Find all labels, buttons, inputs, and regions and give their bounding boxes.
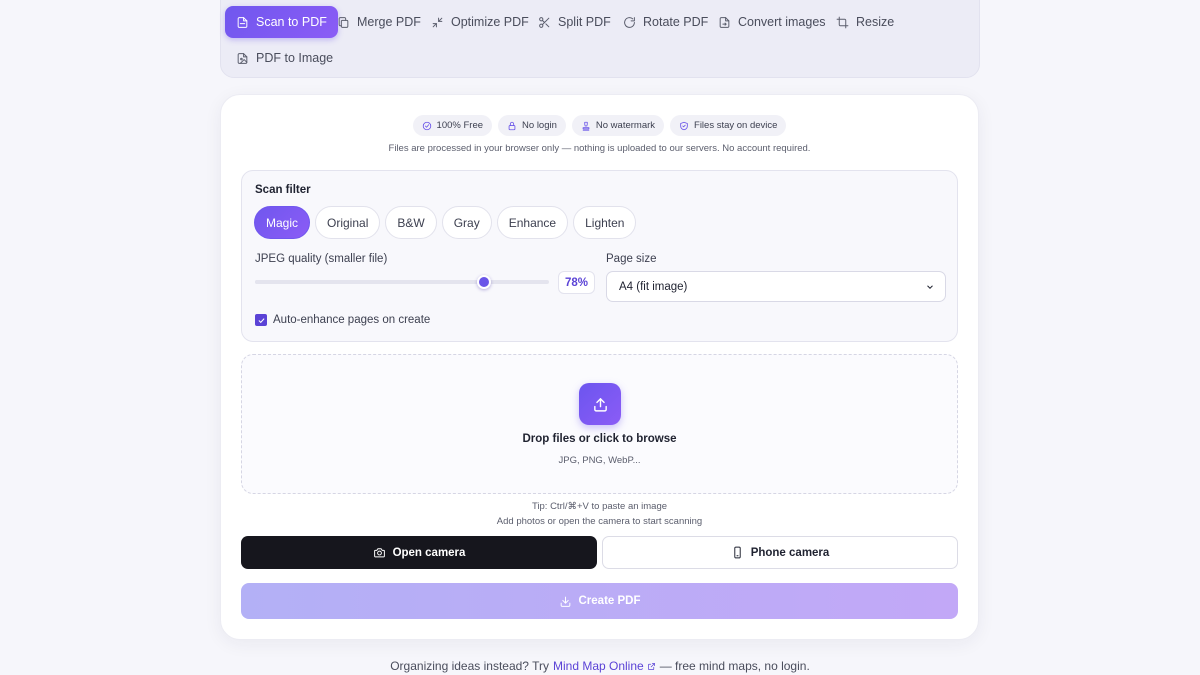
nav-label: PDF to Image [256,51,334,65]
filter-bw[interactable]: B&W [385,206,437,239]
mind-map-link-label: Mind Map Online [552,659,644,673]
page-size-select[interactable]: A4 (fit image) [606,271,946,302]
slider-thumb[interactable] [477,275,492,289]
nav-pdf-to-image[interactable]: PDF to Image [225,42,344,74]
download-icon [560,596,570,607]
create-pdf-label: Create PDF [578,595,641,607]
badge-no-login: No login [498,115,566,136]
privacy-note: Files are processed in your browser only… [388,143,811,154]
badge-files-on-device: Files stay on device [670,115,787,136]
badge-label: No watermark [595,120,656,131]
badge-label: 100% Free [436,120,484,131]
nav-label: Optimize PDF [451,15,529,29]
nav-rotate-pdf[interactable]: Rotate PDF [612,6,719,38]
badge-no-watermark: No watermark [571,115,665,136]
check-circle-icon [422,121,431,130]
footer-suffix: — free mind maps, no login. [659,659,810,673]
nav-merge-pdf[interactable]: Merge PDF [326,6,432,38]
checkmark-icon [258,317,264,323]
nav-scan-to-pdf[interactable]: Scan to PDF [225,6,338,38]
dropzone-title: Drop files or click to browse [522,433,677,445]
file-image-icon [237,52,248,64]
nav-optimize-pdf[interactable]: Optimize PDF [420,6,540,38]
open-camera-label: Open camera [392,546,466,559]
nav-split-pdf[interactable]: Split PDF [527,6,622,38]
file-scan-icon [237,16,248,28]
nav-label: Merge PDF [357,15,421,29]
file-dropzone[interactable]: Drop files or click to browse JPG, PNG, … [241,354,958,494]
filter-magic[interactable]: Magic [254,206,311,239]
nav-label: Rotate PDF [643,15,709,29]
external-link-icon [647,662,655,670]
nav-convert-images[interactable]: Convert images [707,6,837,38]
footer-promo: Organizing ideas instead? Try Mind Map O… [0,659,1200,673]
nav-label: Resize [856,15,895,29]
chevron-down-icon [927,284,933,289]
file-convert-icon [719,16,730,28]
copy-icon [338,16,349,28]
stamp-icon [582,121,590,131]
crop-icon [836,16,849,28]
feature-badges: 100% Free No login No watermark Files st… [221,115,978,136]
minimize-icon [432,17,443,27]
filter-lighten[interactable]: Lighten [573,206,637,239]
nav-resize[interactable]: Resize [825,6,905,38]
scan-filter-group: Magic Original B&W Gray Enhance Lighten [254,206,637,239]
filter-enhance[interactable]: Enhance [496,206,569,239]
auto-enhance-option[interactable]: Auto-enhance pages on create [255,314,430,326]
jpeg-quality-value: 78% [558,271,595,294]
shield-icon [680,121,688,130]
rotate-icon [624,16,635,28]
paste-tip: Tip: Ctrl/⌘+V to paste an image [531,501,668,512]
phone-camera-label: Phone camera [750,546,830,559]
mind-map-link[interactable]: Mind Map Online [553,659,656,673]
filter-original[interactable]: Original [315,206,381,239]
auto-enhance-label: Auto-enhance pages on create [273,314,431,326]
badge-label: Files stay on device [694,120,778,131]
page-size-label: Page size [606,253,657,265]
nav-label: Scan to PDF [256,15,327,29]
open-camera-button[interactable]: Open camera [241,536,597,569]
create-pdf-button[interactable]: Create PDF [241,583,958,619]
footer-prefix: Organizing ideas instead? Try [390,659,549,673]
scan-settings-panel: Scan filter Magic Original B&W Gray Enha… [241,170,958,342]
auto-enhance-checkbox[interactable] [255,314,267,326]
camera-icon [373,548,385,558]
nav-label: Split PDF [558,15,611,29]
lock-icon [508,121,516,130]
upload-icon [593,397,607,412]
upload-button[interactable] [579,383,621,425]
badge-free: 100% Free [412,115,493,136]
smartphone-icon [733,546,741,559]
tool-nav: Scan to PDF Merge PDF Optimize PDF Split… [220,0,980,78]
scan-filter-title: Scan filter [255,184,311,196]
nav-label: Convert images [738,15,826,29]
scissors-icon [539,16,550,28]
page-size-value: A4 (fit image) [619,280,688,293]
start-hint: Add photos or open the camera to start s… [496,516,703,527]
phone-camera-button[interactable]: Phone camera [602,536,958,569]
scan-card: 100% Free No login No watermark Files st… [220,94,979,640]
filter-gray[interactable]: Gray [441,206,492,239]
badge-label: No login [522,120,557,131]
dropzone-formats: JPG, PNG, WebP... [558,455,641,466]
jpeg-quality-slider[interactable] [255,275,549,289]
slider-fill [255,280,485,284]
jpeg-quality-label: JPEG quality (smaller file) [255,253,388,265]
